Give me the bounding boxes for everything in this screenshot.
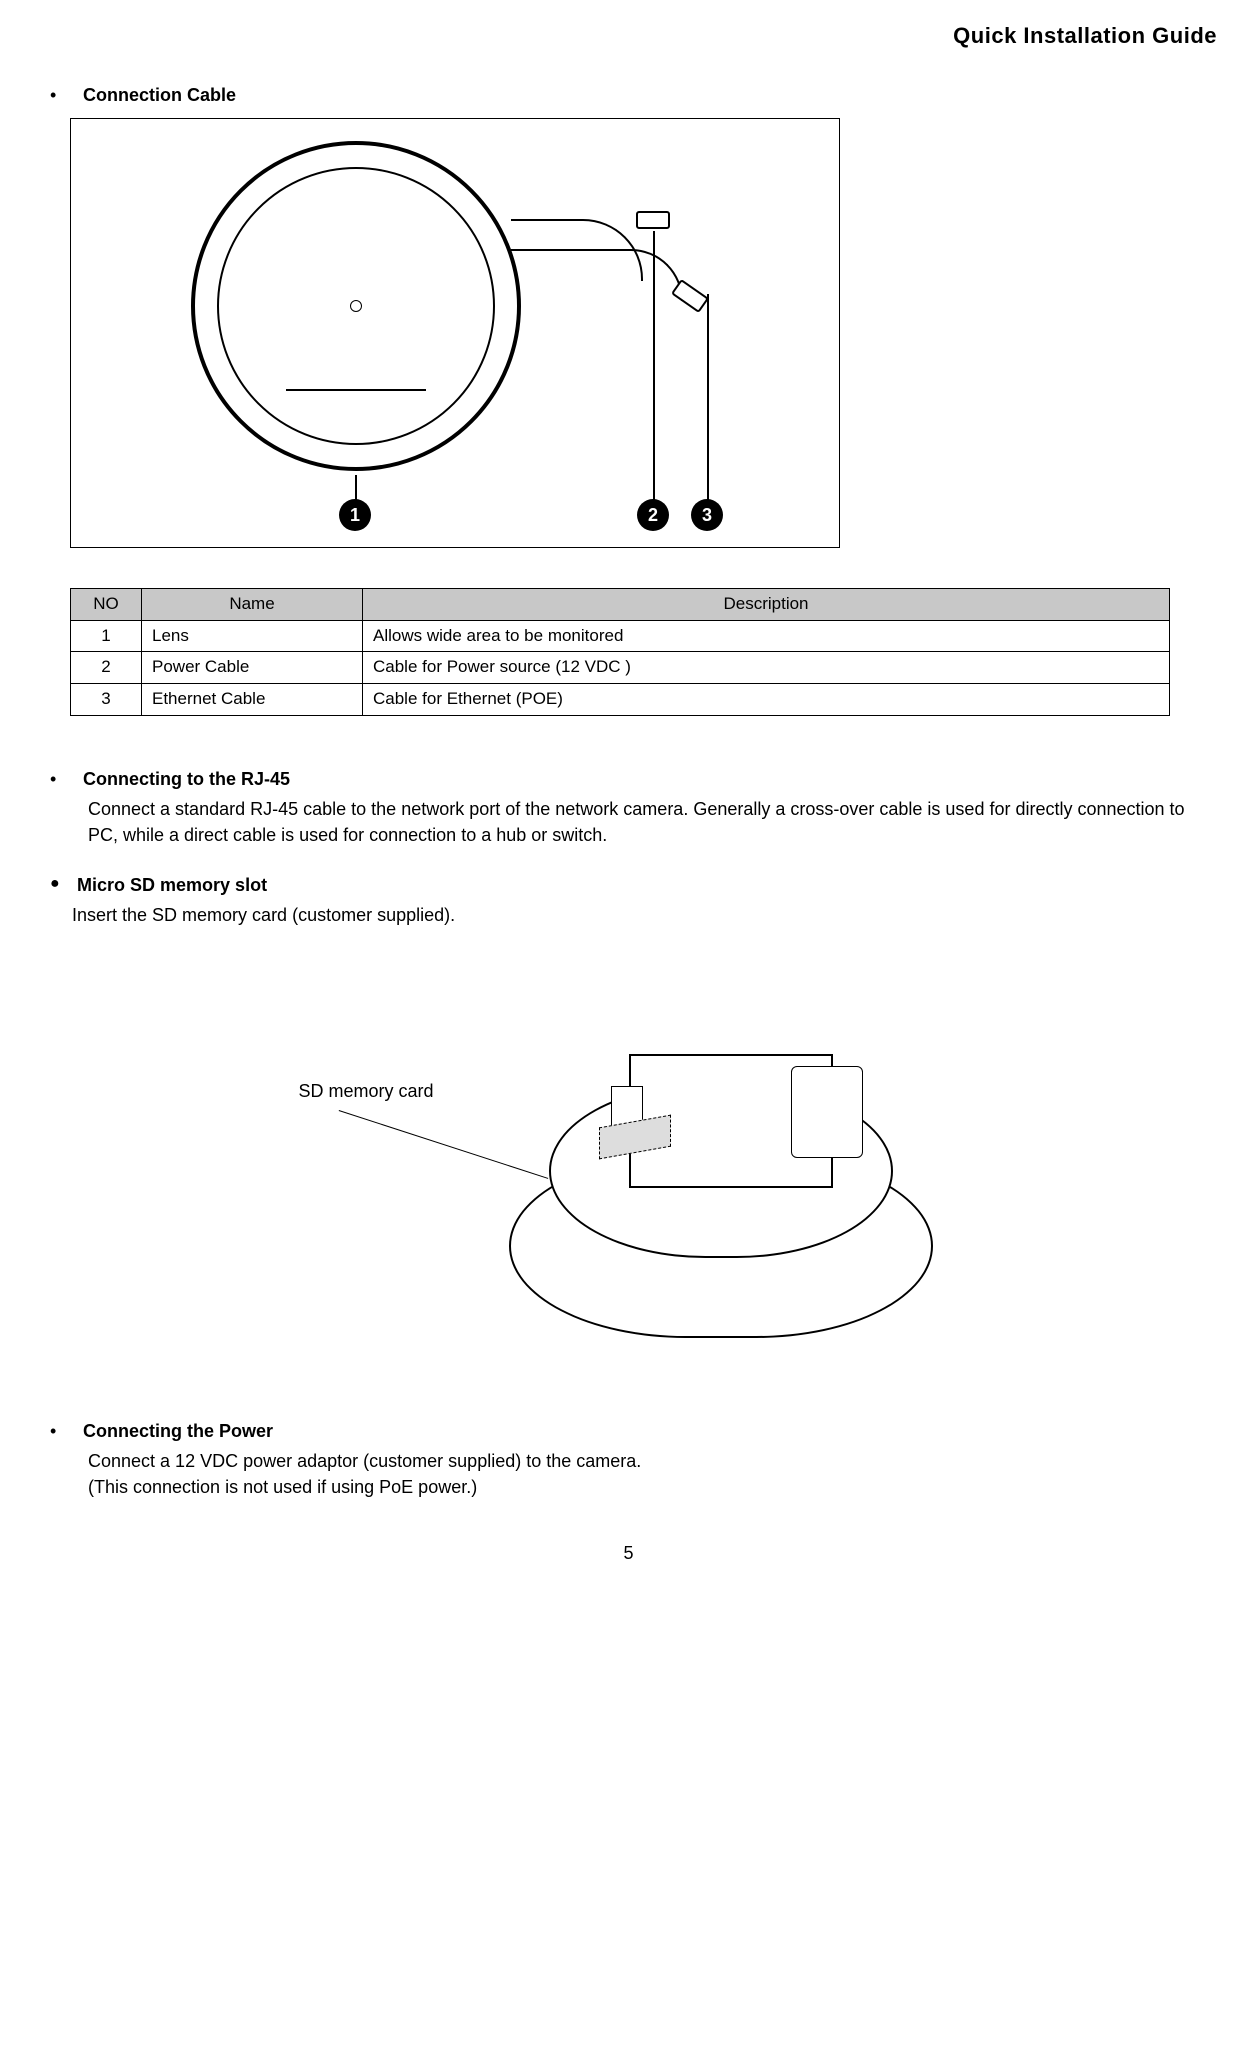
cable-icon bbox=[511, 249, 683, 301]
cell-no: 2 bbox=[71, 652, 142, 684]
power-line-1: Connect a 12 VDC power adaptor (customer… bbox=[88, 1448, 1217, 1474]
connector-icon bbox=[636, 211, 670, 229]
parts-table: NO Name Description 1 Lens Allows wide a… bbox=[70, 588, 1170, 716]
section-body: Insert the SD memory card (customer supp… bbox=[72, 902, 1217, 928]
col-desc: Description bbox=[363, 588, 1170, 620]
camera-open-view-icon bbox=[509, 978, 929, 1338]
cell-no: 3 bbox=[71, 683, 142, 715]
section-title: Micro SD memory slot bbox=[77, 875, 267, 895]
base-notch-icon bbox=[286, 389, 426, 409]
col-name: Name bbox=[142, 588, 363, 620]
table-row: 2 Power Cable Cable for Power source (12… bbox=[71, 652, 1170, 684]
cell-name: Power Cable bbox=[142, 652, 363, 684]
leader-line bbox=[707, 294, 709, 503]
table-row: 3 Ethernet Cable Cable for Ethernet (POE… bbox=[71, 683, 1170, 715]
section-title: Connection Cable bbox=[83, 85, 236, 105]
section-sd-slot: Micro SD memory slot Insert the SD memor… bbox=[50, 872, 1217, 928]
page-number: 5 bbox=[40, 1540, 1217, 1566]
page-header: Quick Installation Guide bbox=[40, 20, 1217, 52]
callout-marker-3: 3 bbox=[691, 499, 723, 531]
cell-desc: Cable for Power source (12 VDC ) bbox=[363, 652, 1170, 684]
cell-no: 1 bbox=[71, 620, 142, 652]
cell-desc: Allows wide area to be monitored bbox=[363, 620, 1170, 652]
sd-callout-label: SD memory card bbox=[299, 1078, 434, 1104]
callout-marker-2: 2 bbox=[637, 499, 669, 531]
leader-line bbox=[653, 231, 655, 503]
sd-card-diagram: SD memory card bbox=[279, 958, 979, 1378]
camera-top-view-icon bbox=[191, 141, 521, 471]
lens-center-icon bbox=[350, 300, 362, 312]
callout-marker-1: 1 bbox=[339, 499, 371, 531]
section-title: Connecting to the RJ-45 bbox=[83, 769, 290, 789]
connector-icon bbox=[671, 279, 709, 313]
section-rj45: Connecting to the RJ-45 Connect a standa… bbox=[50, 766, 1217, 848]
cell-desc: Cable for Ethernet (POE) bbox=[363, 683, 1170, 715]
connection-cable-diagram: 1 2 3 bbox=[70, 118, 840, 548]
table-row: 1 Lens Allows wide area to be monitored bbox=[71, 620, 1170, 652]
section-title: Connecting the Power bbox=[83, 1421, 273, 1441]
section-connection-cable-heading: Connection Cable bbox=[50, 82, 1217, 108]
col-no: NO bbox=[71, 588, 142, 620]
power-line-2: (This connection is not used if using Po… bbox=[88, 1474, 1217, 1500]
section-power: Connecting the Power Connect a 12 VDC po… bbox=[50, 1418, 1217, 1500]
table-header-row: NO Name Description bbox=[71, 588, 1170, 620]
section-body: Connect a standard RJ-45 cable to the ne… bbox=[88, 796, 1217, 848]
cell-name: Lens bbox=[142, 620, 363, 652]
section-body: Connect a 12 VDC power adaptor (customer… bbox=[88, 1448, 1217, 1500]
cell-name: Ethernet Cable bbox=[142, 683, 363, 715]
